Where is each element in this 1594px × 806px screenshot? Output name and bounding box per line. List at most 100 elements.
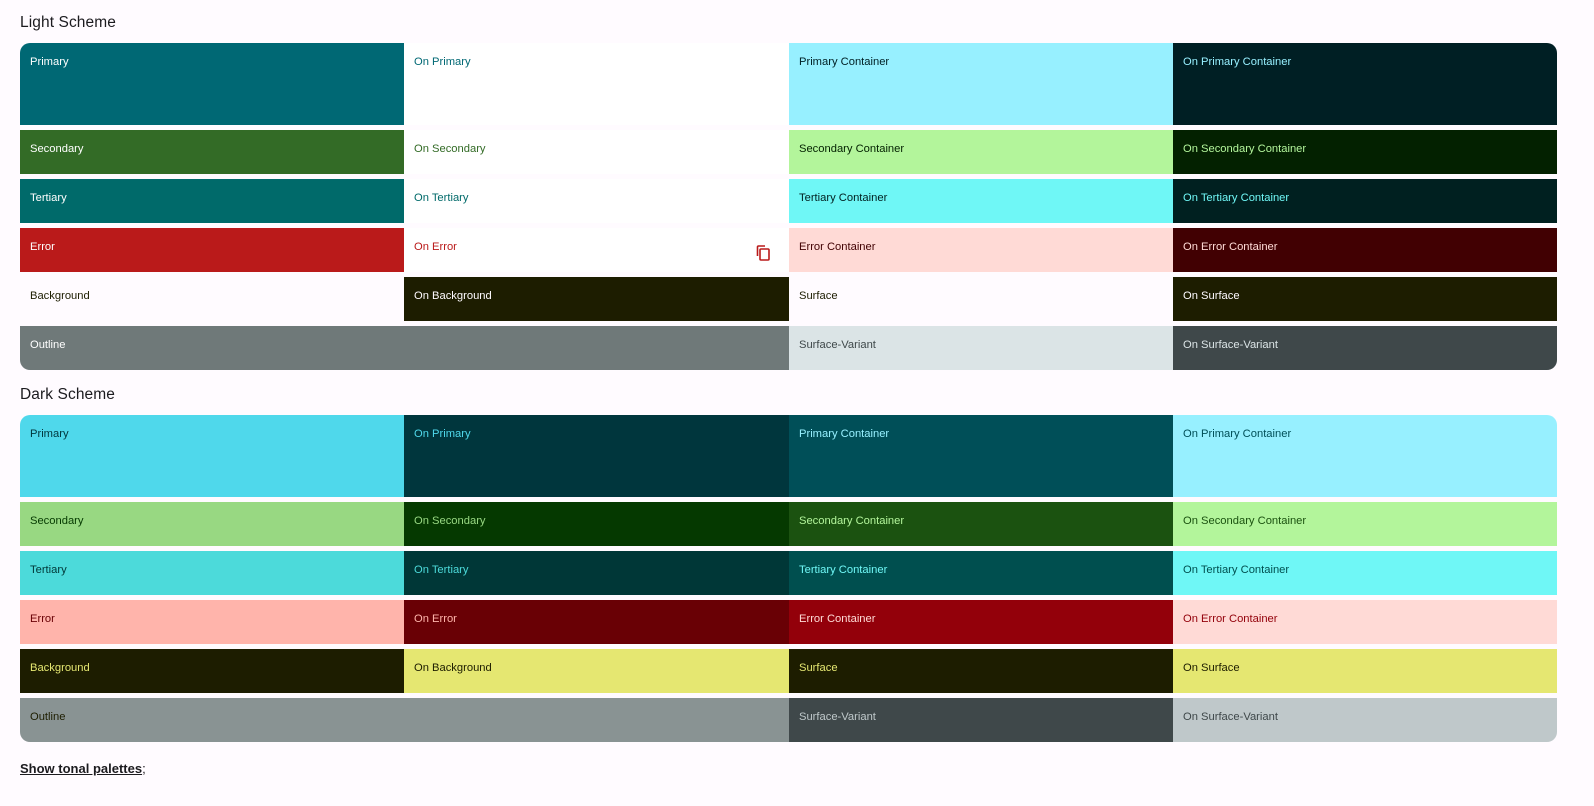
light-swatch-error-container[interactable]: Error Container (789, 228, 1173, 272)
light-swatch-on-secondary-container[interactable]: On Secondary Container (1173, 130, 1557, 174)
light-swatch-tertiary-container[interactable]: Tertiary Container (789, 179, 1173, 223)
light-swatch-primary-container[interactable]: Primary Container (789, 43, 1173, 125)
light-swatch-outline[interactable]: Outline (20, 326, 789, 370)
dark-swatch-on-surface[interactable]: On Surface (1173, 649, 1557, 693)
dark-swatch-on-primary-container[interactable]: On Primary Container (1173, 415, 1557, 497)
swatch-label: On Surface-Variant (1183, 711, 1278, 723)
swatch-label: Tertiary Container (799, 564, 888, 576)
dark-swatch-on-tertiary-container[interactable]: On Tertiary Container (1173, 551, 1557, 595)
dark-swatch-on-background[interactable]: On Background (404, 649, 789, 693)
dark-scheme-title: Dark Scheme (20, 386, 115, 403)
swatch-label: Secondary Container (799, 143, 905, 155)
swatch-label: On Surface-Variant (1183, 339, 1278, 351)
dark-swatch-background[interactable]: Background (20, 649, 404, 693)
swatch-label: Secondary (30, 515, 84, 527)
swatch-label: On Tertiary Container (1183, 192, 1290, 204)
swatch-label: Surface (799, 290, 838, 302)
swatch-label: On Secondary Container (1183, 143, 1307, 155)
swatch-label: Surface-Variant (799, 711, 876, 723)
light-swatch-background[interactable]: Background (20, 277, 404, 321)
swatch-label: On Primary Container (1183, 428, 1292, 440)
swatch-label: Outline (30, 339, 66, 351)
light-swatch-primary[interactable]: Primary (20, 43, 404, 125)
color-scheme-page: Light Scheme Primary On Primary Primary Co… (0, 0, 1594, 776)
swatch-label: Primary (30, 56, 69, 68)
dark-swatch-error[interactable]: Error (20, 600, 404, 644)
swatch-label: On Secondary Container (1183, 515, 1307, 527)
dark-swatch-primary-container[interactable]: Primary Container (789, 415, 1173, 497)
light-swatch-surface[interactable]: Surface (789, 277, 1173, 321)
swatch-label: On Error (414, 241, 457, 253)
swatch-label: On Surface (1183, 662, 1240, 674)
dark-swatch-on-surface-variant[interactable]: On Surface-Variant (1173, 698, 1557, 742)
light-swatch-on-primary[interactable]: On Primary (404, 43, 789, 125)
swatch-label: Error (30, 241, 55, 253)
swatch-label: Tertiary (30, 564, 67, 576)
swatch-label: On Error Container (1183, 613, 1278, 625)
light-swatch-surface-variant[interactable]: Surface-Variant (789, 326, 1173, 370)
swatch-label: Secondary (30, 143, 84, 155)
dark-swatch-on-error[interactable]: On Error (404, 600, 789, 644)
light-swatch-on-background[interactable]: On Background (404, 277, 789, 321)
swatch-label: Surface-Variant (799, 339, 876, 351)
swatch-label: On Surface (1183, 290, 1240, 302)
dark-swatch-on-tertiary[interactable]: On Tertiary (404, 551, 789, 595)
light-swatch-on-primary-container[interactable]: On Primary Container (1173, 43, 1557, 125)
dark-swatch-surface-variant[interactable]: Surface-Variant (789, 698, 1173, 742)
swatch-label: Background (30, 662, 90, 674)
footer-suffix: ; (142, 761, 146, 776)
swatch-label: Error Container (799, 241, 876, 253)
dark-swatch-on-primary[interactable]: On Primary (404, 415, 789, 497)
swatch-label: On Error (414, 613, 457, 625)
light-swatch-secondary-container[interactable]: Secondary Container (789, 130, 1173, 174)
light-swatch-on-tertiary-container[interactable]: On Tertiary Container (1173, 179, 1557, 223)
light-scheme-grid: Primary On Primary Primary Container On Pri… (20, 43, 1557, 370)
light-swatch-on-surface-variant[interactable]: On Surface-Variant (1173, 326, 1557, 370)
copy-icon[interactable] (755, 244, 771, 262)
dark-swatch-on-error-container[interactable]: On Error Container (1173, 600, 1557, 644)
dark-swatch-tertiary[interactable]: Tertiary (20, 551, 404, 595)
dark-swatch-outline[interactable]: Outline (20, 698, 789, 742)
swatch-label: Secondary Container (799, 515, 905, 527)
swatch-label: On Tertiary (414, 192, 469, 204)
dark-swatch-primary[interactable]: Primary (20, 415, 404, 497)
light-swatch-on-tertiary[interactable]: On Tertiary (404, 179, 789, 223)
dark-swatch-tertiary-container[interactable]: Tertiary Container (789, 551, 1173, 595)
swatch-label: Background (30, 290, 90, 302)
dark-swatch-on-secondary[interactable]: On Secondary (404, 502, 789, 546)
show-tonal-palettes-link[interactable]: Show tonal palettes (20, 761, 142, 776)
swatch-label: On Tertiary Container (1183, 564, 1290, 576)
footer: Show tonal palettes; (20, 742, 1574, 776)
light-swatch-on-secondary[interactable]: On Secondary (404, 130, 789, 174)
light-swatch-tertiary[interactable]: Tertiary (20, 179, 404, 223)
dark-swatch-on-secondary-container[interactable]: On Secondary Container (1173, 502, 1557, 546)
light-swatch-secondary[interactable]: Secondary (20, 130, 404, 174)
dark-swatch-surface[interactable]: Surface (789, 649, 1173, 693)
swatch-label: Outline (30, 711, 66, 723)
swatch-label: On Background (414, 290, 492, 302)
dark-swatch-error-container[interactable]: Error Container (789, 600, 1173, 644)
light-swatch-on-error[interactable]: On Error (404, 228, 789, 272)
light-swatch-on-surface[interactable]: On Surface (1173, 277, 1557, 321)
dark-scheme-grid: Primary On Primary Primary Container On Pri… (20, 415, 1557, 742)
swatch-label: Tertiary Container (799, 192, 888, 204)
swatch-label: On Background (414, 662, 492, 674)
dark-swatch-secondary[interactable]: Secondary (20, 502, 404, 546)
light-scheme-title: Light Scheme (20, 14, 116, 31)
swatch-label: Error (30, 613, 55, 625)
swatch-label: Tertiary (30, 192, 67, 204)
swatch-label: Error Container (799, 613, 876, 625)
swatch-label: On Primary (414, 56, 471, 68)
light-swatch-error[interactable]: Error (20, 228, 404, 272)
swatch-label: On Primary Container (1183, 56, 1292, 68)
swatch-label: On Secondary (414, 515, 486, 527)
swatch-label: On Tertiary (414, 564, 469, 576)
light-swatch-on-error-container[interactable]: On Error Container (1173, 228, 1557, 272)
swatch-label: Surface (799, 662, 838, 674)
swatch-label: Primary Container (799, 428, 890, 440)
swatch-label: Primary Container (799, 56, 890, 68)
swatch-label: On Primary (414, 428, 471, 440)
swatch-label: On Secondary (414, 143, 486, 155)
swatch-label: On Error Container (1183, 241, 1278, 253)
dark-swatch-secondary-container[interactable]: Secondary Container (789, 502, 1173, 546)
